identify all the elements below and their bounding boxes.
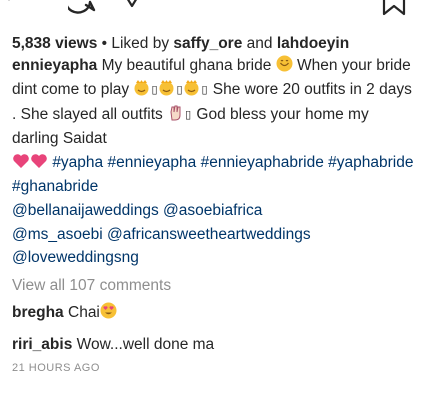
smiling-face-icon [276,55,293,72]
raised-hand-icon [170,105,181,121]
post-stats: 5,838 views • Liked by saffy_ore and lah… [12,33,417,54]
liked-by-and: and [242,35,277,52]
comment-item: riri_abis Wow...well done ma [12,334,417,356]
hashtag-link[interactable]: #yapha [52,154,103,171]
comment-text: Wow...well done ma [76,336,215,354]
liked-by-user[interactable]: lahdoeyin [277,35,349,52]
missing-glyph: ▯ [151,83,158,96]
comment-username[interactable]: riri_abis [12,336,72,353]
comment-item: bregha Chai [12,302,417,324]
missing-glyph: ▯ [185,108,192,121]
liked-by-prefix: • Liked by [97,35,174,52]
bookmark-icon[interactable] [380,0,410,18]
crowned-face-icon [184,79,199,96]
heart-emoji-icon [13,154,29,169]
hashtag-link[interactable]: #ennieyaphabride [201,154,324,171]
post-details: 5,838 views • Liked by saffy_ore and lah… [12,33,417,374]
crowned-face-icon [134,79,149,96]
mention-link[interactable]: @africansweetheartweddings [107,226,311,243]
mention-link[interactable]: @bellanaijaweddings [12,202,159,219]
mention-link[interactable]: @loveweddingsng [12,249,139,266]
comment-text: Chai [68,304,100,322]
missing-glyph: ▯ [201,83,208,96]
crowned-face-icon [159,79,174,96]
mention-link[interactable]: @asoebiafrica [163,202,262,219]
liked-by-user[interactable]: saffy_ore [173,35,242,52]
hashtag-link[interactable]: #ennieyapha [107,154,196,171]
hashtag-link[interactable]: #yaphabride [328,154,413,171]
comment-icon[interactable] [68,0,100,16]
post-timestamp: 21 HOURS AGO [12,362,100,375]
view-count[interactable]: 5,838 views [12,35,97,52]
heart-emoji-icon [31,154,47,169]
missing-glyph: ▯ [176,83,183,96]
heart-icon[interactable] [0,0,18,8]
view-all-comments-link[interactable]: View all 107 comments [12,274,417,298]
hashtag-link[interactable]: #ghanabride [12,178,98,195]
action-bar [0,0,425,30]
share-icon[interactable] [120,0,144,12]
comment-username[interactable]: bregha [12,304,64,321]
mention-link[interactable]: @ms_asoebi [12,226,103,243]
author-username[interactable]: ennieyapha [12,57,97,74]
caption-text: My beautiful ghana bride [101,57,276,74]
heart-eyes-face-icon [100,302,117,319]
post-caption: ennieyapha My beautiful ghana bride When… [12,54,417,270]
